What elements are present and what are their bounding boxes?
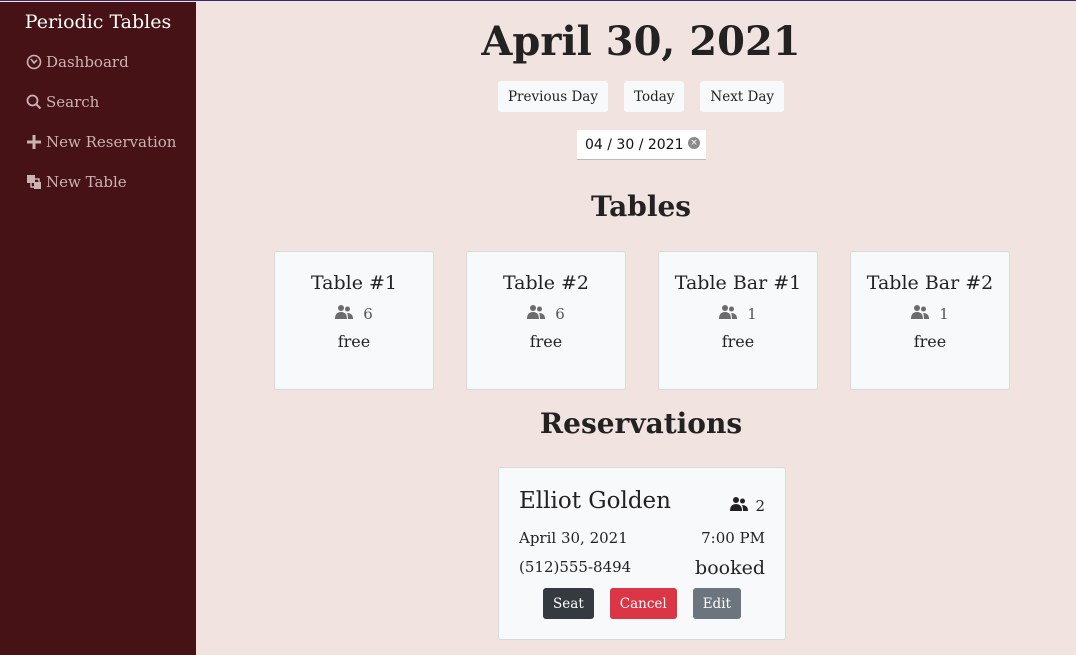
people-icon bbox=[335, 304, 354, 324]
date-input[interactable]: 04 / 30 / 2021 × bbox=[577, 130, 706, 160]
table-status: free bbox=[529, 332, 563, 351]
table-name: Table Bar #1 bbox=[674, 272, 802, 294]
today-button[interactable]: Today bbox=[623, 81, 685, 112]
sidebar: Periodic Tables Dashboard Search New Res… bbox=[0, 2, 196, 655]
previous-day-button[interactable]: Previous Day bbox=[497, 81, 608, 112]
plus-icon bbox=[26, 134, 42, 150]
table-name: Table #2 bbox=[502, 272, 590, 294]
clear-icon[interactable]: × bbox=[688, 137, 700, 149]
next-day-button[interactable]: Next Day bbox=[700, 81, 785, 112]
seat-button[interactable]: Seat bbox=[543, 588, 594, 619]
reservation-party-size: 2 bbox=[730, 496, 765, 516]
table-card: Table #1 6 free bbox=[274, 251, 434, 390]
sidebar-item-label: Dashboard bbox=[46, 53, 129, 71]
table-card: Table Bar #1 1 free bbox=[658, 251, 818, 390]
sidebar-item-label: Search bbox=[46, 93, 100, 111]
tables-list: Table #1 6 free Table #2 6 free Table Ba… bbox=[274, 251, 1010, 390]
date-input-value: 04 / 30 / 2021 bbox=[585, 136, 684, 153]
reservation-people: 2 bbox=[755, 497, 765, 515]
table-capacity: 6 bbox=[555, 305, 565, 323]
reservation-status: booked bbox=[695, 557, 765, 579]
sidebar-item-label: New Table bbox=[46, 173, 127, 191]
dashboard-icon bbox=[26, 54, 42, 70]
reservation-name: Elliot Golden bbox=[519, 488, 671, 514]
reservation-card: Elliot Golden 2 April 30, 2021 7:00 PM (… bbox=[498, 467, 786, 640]
people-icon bbox=[527, 304, 546, 324]
reservations-heading: Reservations bbox=[539, 407, 743, 440]
table-capacity: 1 bbox=[747, 305, 757, 323]
table-card: Table Bar #2 1 free bbox=[850, 251, 1010, 390]
layers-icon bbox=[26, 174, 42, 190]
reservation-time: 7:00 PM bbox=[701, 529, 765, 547]
page-title: April 30, 2021 bbox=[481, 18, 801, 65]
table-name: Table #1 bbox=[310, 272, 398, 294]
search-icon bbox=[26, 94, 42, 110]
sidebar-item-label: New Reservation bbox=[46, 133, 177, 151]
table-card: Table #2 6 free bbox=[466, 251, 626, 390]
table-status: free bbox=[721, 332, 755, 351]
tables-heading: Tables bbox=[590, 190, 692, 223]
edit-button[interactable]: Edit bbox=[692, 588, 741, 619]
people-icon bbox=[719, 304, 738, 324]
brand-title[interactable]: Periodic Tables bbox=[0, 2, 196, 42]
people-icon bbox=[730, 496, 749, 516]
sidebar-item-search[interactable]: Search bbox=[0, 82, 196, 122]
people-icon bbox=[911, 304, 930, 324]
sidebar-item-dashboard[interactable]: Dashboard bbox=[0, 42, 196, 82]
date-navigation: Previous Day Today Next Day bbox=[196, 81, 1076, 112]
reservation-actions: Seat Cancel Edit bbox=[499, 588, 785, 619]
table-capacity: 6 bbox=[363, 305, 373, 323]
reservation-phone: (512)555-8494 bbox=[519, 558, 632, 576]
table-name: Table Bar #2 bbox=[866, 272, 994, 294]
main-content: April 30, 2021 Previous Day Today Next D… bbox=[196, 1, 1076, 655]
table-status: free bbox=[913, 332, 947, 351]
table-capacity: 1 bbox=[939, 305, 949, 323]
sidebar-item-new-reservation[interactable]: New Reservation bbox=[0, 122, 196, 162]
reservation-date: April 30, 2021 bbox=[519, 529, 628, 547]
sidebar-item-new-table[interactable]: New Table bbox=[0, 162, 196, 202]
cancel-button[interactable]: Cancel bbox=[609, 588, 677, 619]
table-status: free bbox=[337, 332, 371, 351]
